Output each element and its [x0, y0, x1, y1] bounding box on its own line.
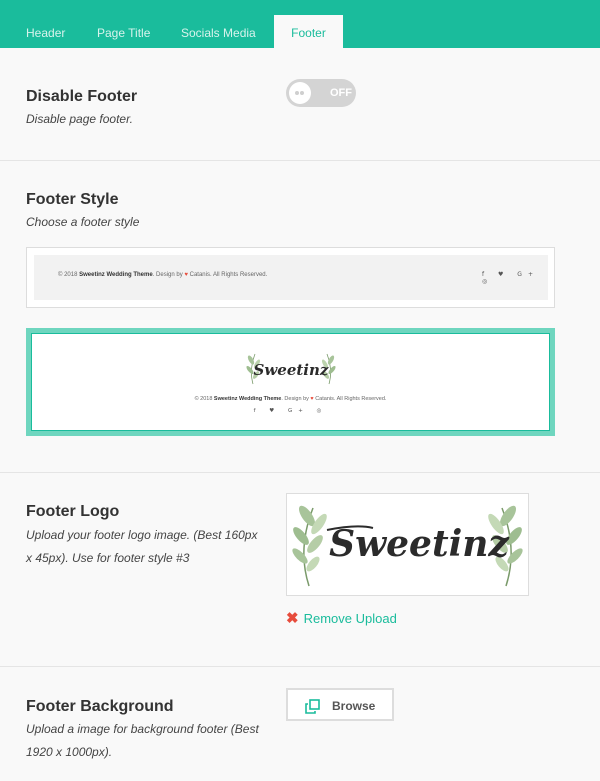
style-1-preview: © 2018 Sweetinz Wedding Theme. Design by… — [34, 255, 548, 300]
remove-upload-link[interactable]: ✖ Remove Upload — [286, 609, 397, 627]
footer-logo-description-line1: Upload your footer logo image. (Best 160… — [26, 528, 258, 542]
tab-header[interactable]: Header — [26, 26, 65, 40]
section-divider — [0, 472, 600, 473]
browse-label: Browse — [332, 699, 376, 713]
style-3-logo-text: Sweetinz — [254, 361, 329, 379]
footer-style-description: Choose a footer style — [26, 215, 140, 229]
style-1-social-icons: f ♥ G+ ◎ — [482, 271, 539, 285]
disable-footer-title: Disable Footer — [26, 88, 138, 105]
tab-page-title[interactable]: Page Title — [97, 26, 150, 40]
footer-background-title: Footer Background — [26, 698, 174, 715]
footer-logo-description-line2: x 45px). Use for footer style #3 — [26, 551, 190, 565]
disable-footer-description: Disable page footer. — [26, 112, 133, 126]
tab-footer[interactable]: Footer — [274, 15, 343, 48]
disable-footer-toggle[interactable]: OFF — [286, 79, 356, 107]
style-3-copyright: © 2018 Sweetinz Wedding Theme. Design by… — [194, 396, 387, 402]
style-3-logo-image: Sweetinz — [246, 353, 336, 385]
footer-logo-image: Sweetinz — [292, 505, 523, 587]
footer-style-option-1[interactable]: © 2018 Sweetinz Wedding Theme. Design by… — [26, 247, 555, 308]
toggle-knob — [289, 82, 311, 104]
settings-tab-bar: Header Page Title Socials Media Footer — [0, 0, 600, 48]
footer-logo-title: Footer Logo — [26, 503, 120, 520]
remove-icon: ✖ — [286, 610, 299, 627]
footer-background-description-line2: 1920 x 1000px). — [26, 745, 113, 759]
section-divider — [0, 160, 600, 161]
section-divider — [0, 666, 600, 667]
footer-style-option-3[interactable]: Sweetinz © 2018 Sweetinz Wedding Theme. … — [26, 328, 555, 436]
heart-icon: ♥ — [310, 396, 314, 402]
toggle-state-label: OFF — [330, 87, 352, 99]
footer-background-description-line1: Upload a image for background footer (Be… — [26, 722, 259, 736]
browse-icon — [305, 699, 320, 714]
footer-logo-preview: Sweetinz — [286, 493, 529, 596]
tab-socials-media[interactable]: Socials Media — [181, 26, 256, 40]
style-3-social-icons: f ♥ G+ ◎ — [253, 408, 328, 414]
heart-icon: ♥ — [184, 272, 188, 278]
footer-logo-text: Sweetinz — [329, 523, 510, 565]
style-1-copyright: © 2018 Sweetinz Wedding Theme. Design by… — [58, 272, 268, 278]
browse-button[interactable]: Browse — [286, 688, 394, 721]
footer-style-title: Footer Style — [26, 191, 119, 208]
remove-upload-label: Remove Upload — [303, 611, 397, 626]
